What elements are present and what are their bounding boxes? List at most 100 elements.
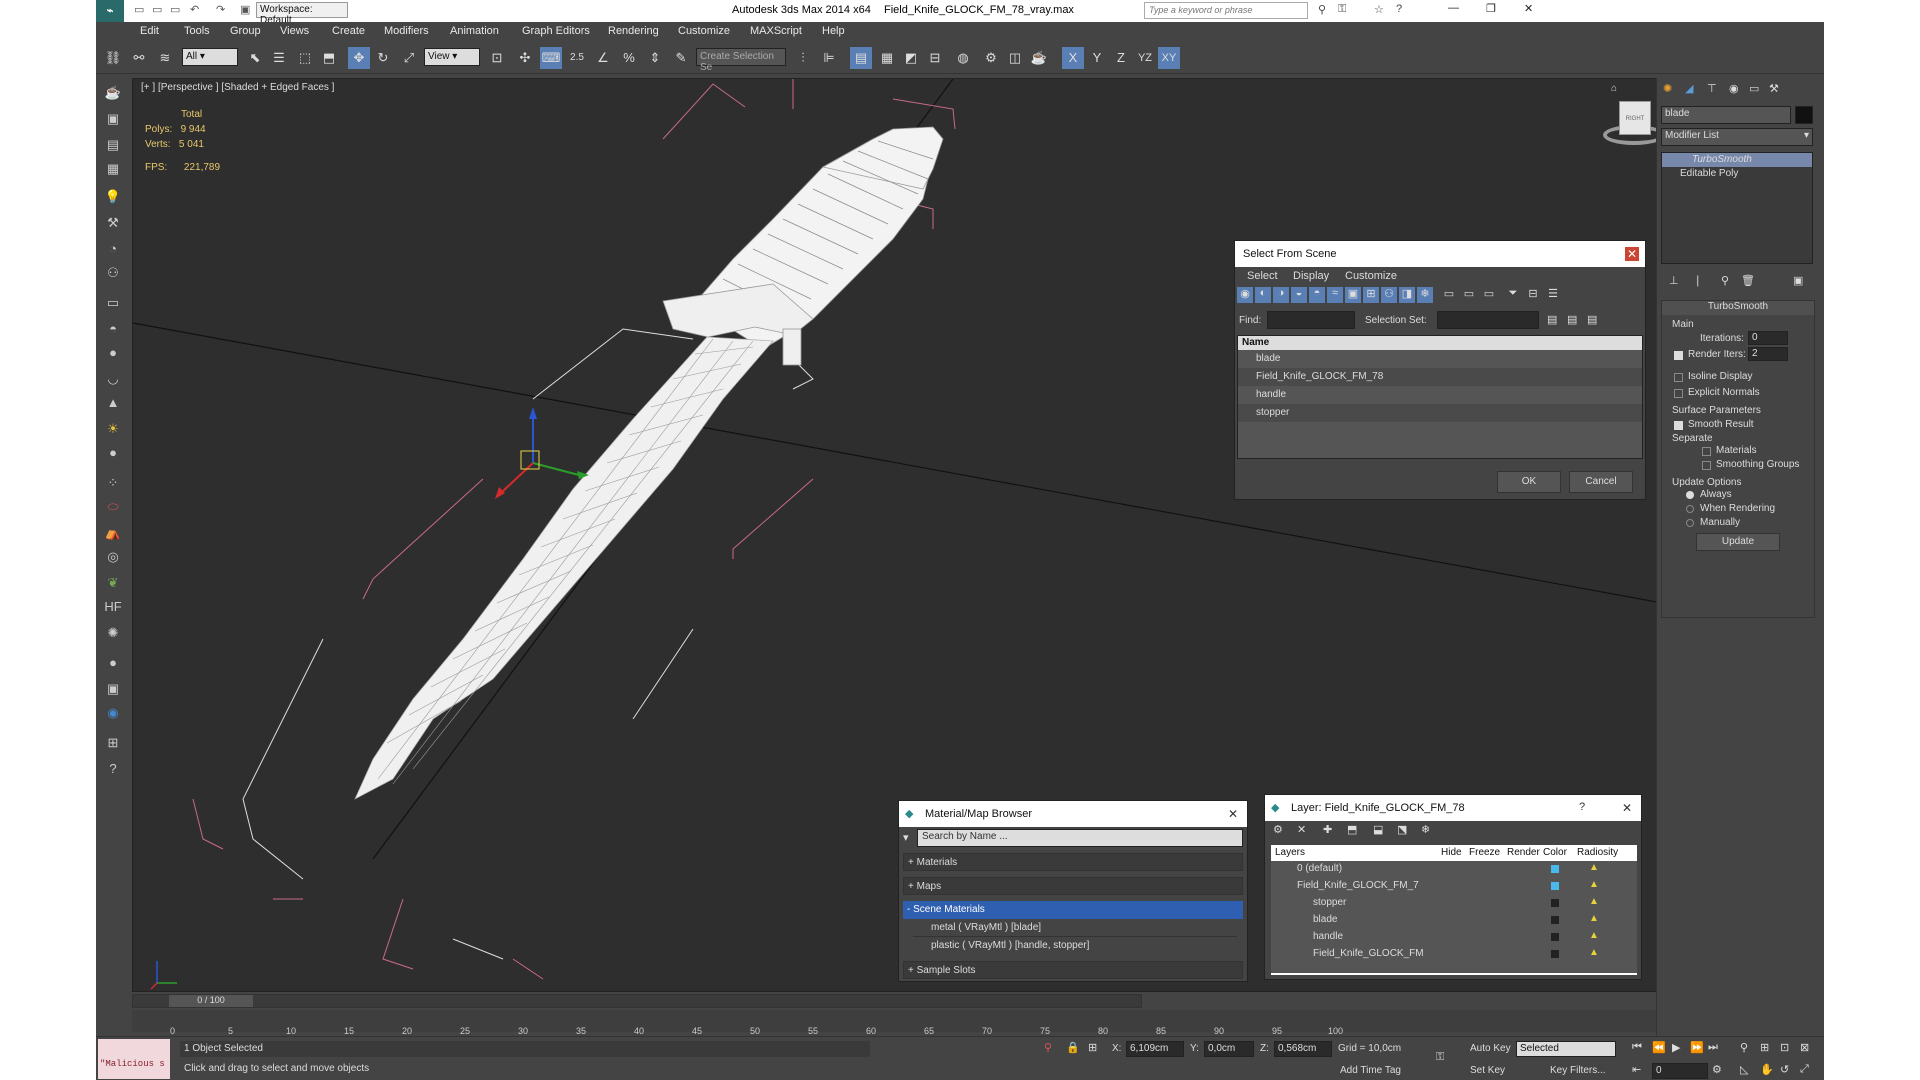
explicit-normals-checkbox[interactable] — [1674, 389, 1683, 398]
menu-group[interactable]: Group — [230, 25, 261, 37]
filter-xrefs-icon[interactable]: ⊞ — [1363, 287, 1379, 303]
make-unique-icon[interactable]: ⚲ — [1721, 274, 1729, 287]
current-frame-field[interactable]: 0 — [1652, 1063, 1708, 1079]
freeze-all-icon[interactable]: ❄ — [1421, 823, 1430, 836]
plant-icon[interactable]: ❦ — [102, 572, 124, 594]
section-maps[interactable]: + Maps — [903, 877, 1243, 895]
bind-spacewarp-icon[interactable]: ≋ — [154, 47, 176, 69]
render-setup-icon[interactable]: ⚙ — [980, 47, 1002, 69]
named-selection-set-dropdown[interactable]: Create Selection Se — [696, 48, 786, 73]
stack-item-editable-poly[interactable]: Editable Poly — [1662, 167, 1812, 181]
axis-y-button[interactable]: Y — [1086, 47, 1108, 69]
sort-icon[interactable]: ☰ — [1545, 287, 1561, 300]
edit-named-selection-icon[interactable]: ✎ — [670, 47, 692, 69]
manually-radio[interactable] — [1686, 519, 1694, 527]
move-icon[interactable]: ✥ — [348, 47, 370, 69]
key-filters-button[interactable]: Key Filters... — [1550, 1065, 1606, 1076]
rect-selection-icon[interactable]: ⬚ — [294, 47, 316, 69]
redo-icon[interactable]: ↷ — [216, 3, 225, 16]
schematic-view-icon[interactable]: ⊟ — [924, 47, 946, 69]
filter-containers-icon[interactable]: ◨ — [1399, 287, 1415, 303]
scale-icon[interactable]: ⤢ — [398, 47, 420, 69]
scene-explorer-icon[interactable]: ▦ — [876, 47, 898, 69]
render-header[interactable]: Render — [1507, 847, 1540, 858]
timeline[interactable]: 0 / 100 0 5 10 15 20 25 30 35 40 45 50 5… — [132, 994, 1656, 1036]
snap-toggle-icon[interactable]: 2.5 — [566, 47, 588, 69]
reference-coord-dropdown[interactable]: View ▾ — [424, 48, 480, 66]
list-item[interactable]: plastic ( VRayMtl ) [handle, stopper] — [913, 937, 1237, 955]
filter-spacewarps-icon[interactable]: ≈ — [1327, 287, 1343, 303]
table-row[interactable]: Field_Knife_GLOCK_FM_7 ▲ — [1271, 878, 1637, 895]
table-row[interactable]: 0 (default) ▲ — [1271, 861, 1637, 878]
zoom-icon[interactable]: ⚲ — [1740, 1041, 1748, 1054]
bowl-icon[interactable]: ◡ — [102, 368, 124, 390]
isolate-icon[interactable]: ⚲ — [1044, 1041, 1052, 1054]
when-rendering-radio[interactable] — [1686, 505, 1694, 513]
browser-options-icon[interactable]: ▾ — [903, 831, 909, 844]
object-color-swatch[interactable] — [1795, 106, 1813, 124]
key-mode-toggle-icon[interactable]: ⇤ — [1632, 1063, 1641, 1076]
sphere2-icon[interactable]: ● — [102, 652, 124, 674]
key-mode-dropdown[interactable]: Selected — [1516, 1041, 1616, 1057]
undo-icon[interactable]: ↶ — [190, 3, 199, 16]
layer-settings-icon[interactable]: ⚙ — [1273, 823, 1283, 836]
zoom-extents-icon[interactable]: ⊡ — [1780, 1041, 1789, 1054]
menu-tools[interactable]: Tools — [184, 25, 210, 37]
filter-funnel-icon[interactable]: ⏷ — [1505, 287, 1521, 300]
go-to-start-icon[interactable]: ⏮ — [1632, 1041, 1642, 1054]
fx-icon[interactable]: ✺ — [102, 622, 124, 644]
capsule-icon[interactable]: ⬭ — [102, 496, 124, 518]
minimize-icon[interactable]: — — [1448, 2, 1459, 14]
find-input[interactable] — [1267, 311, 1355, 329]
configure-sets-icon[interactable]: ▣ — [1793, 274, 1803, 287]
zoom-extents-all-icon[interactable]: ⊠ — [1800, 1041, 1809, 1054]
highlight-layer-icon[interactable]: ⬓ — [1373, 823, 1383, 836]
stack-item-turbosmooth[interactable]: TurboSmooth — [1662, 153, 1812, 167]
axis-z-button[interactable]: Z — [1110, 47, 1132, 69]
hierarchy-icon[interactable]: ⊞ — [102, 732, 124, 754]
materials-checkbox[interactable] — [1702, 447, 1711, 456]
menu-modifiers[interactable]: Modifiers — [384, 25, 429, 37]
select-none-icon[interactable]: ▭ — [1461, 287, 1477, 300]
filter-shapes-icon[interactable]: ◐ — [1255, 287, 1271, 303]
section-scene-materials[interactable]: - Scene Materials — [903, 901, 1243, 919]
selection-set-icon-1[interactable]: ▤ — [1547, 313, 1557, 326]
modify-tab-icon[interactable]: ◢ — [1685, 82, 1693, 95]
new-icon[interactable]: ▭ — [134, 3, 144, 16]
sphere-icon[interactable]: ● — [102, 342, 124, 364]
prev-frame-icon[interactable]: ⏪ — [1652, 1041, 1666, 1054]
material-editor-icon[interactable]: ◍ — [952, 47, 974, 69]
smoothing-groups-checkbox[interactable] — [1702, 461, 1711, 470]
tool-icon[interactable]: ⚒ — [102, 212, 124, 234]
filter-helpers-icon[interactable]: ◓ — [1309, 287, 1325, 303]
set-key-button[interactable]: Set Key — [1470, 1065, 1505, 1076]
select-object-icon[interactable]: ⬉ — [244, 47, 266, 69]
display-tab-icon[interactable]: ▭ — [1749, 82, 1759, 95]
rendered-frame-icon[interactable]: ◫ — [1004, 47, 1026, 69]
next-frame-icon[interactable]: ⏩ — [1690, 1041, 1704, 1054]
time-config-icon[interactable]: ⚙ — [1712, 1063, 1722, 1076]
auto-key-button[interactable]: Auto Key — [1470, 1043, 1511, 1054]
render-iters-checkbox[interactable] — [1674, 351, 1683, 360]
binoculars-icon[interactable]: ⚲ — [1318, 3, 1326, 16]
show-end-result-icon[interactable]: ∣ — [1695, 274, 1701, 287]
help-icon[interactable]: ? — [1579, 801, 1585, 813]
hemisphere-icon[interactable]: ◓ — [102, 318, 124, 340]
ball-icon[interactable]: ● — [102, 442, 124, 464]
smooth-result-checkbox[interactable] — [1674, 421, 1683, 430]
pan-icon[interactable]: ✋ — [1760, 1063, 1774, 1076]
pin-stack-icon[interactable]: ⊥ — [1669, 274, 1679, 287]
rollout-title[interactable]: TurboSmooth — [1662, 301, 1814, 315]
add-layer-icon[interactable]: ✚ — [1323, 823, 1332, 836]
zoom-all-icon[interactable]: ⊞ — [1760, 1041, 1769, 1054]
table-row[interactable]: stopper ▲ — [1271, 895, 1637, 912]
key-icon[interactable]: ⚿ — [1436, 1051, 1444, 1064]
close-icon[interactable]: ✕ — [1619, 800, 1635, 816]
modifier-list-dropdown[interactable]: Modifier List ▾ — [1661, 128, 1813, 146]
go-to-end-icon[interactable]: ⏭ — [1708, 1041, 1718, 1054]
hair-icon[interactable]: HF — [102, 596, 124, 618]
delete-layer-icon[interactable]: ✕ — [1297, 823, 1306, 836]
light-icon[interactable]: 💡 — [102, 186, 124, 208]
tab-select[interactable]: Select — [1247, 270, 1278, 282]
question-icon[interactable]: ? — [102, 758, 124, 780]
